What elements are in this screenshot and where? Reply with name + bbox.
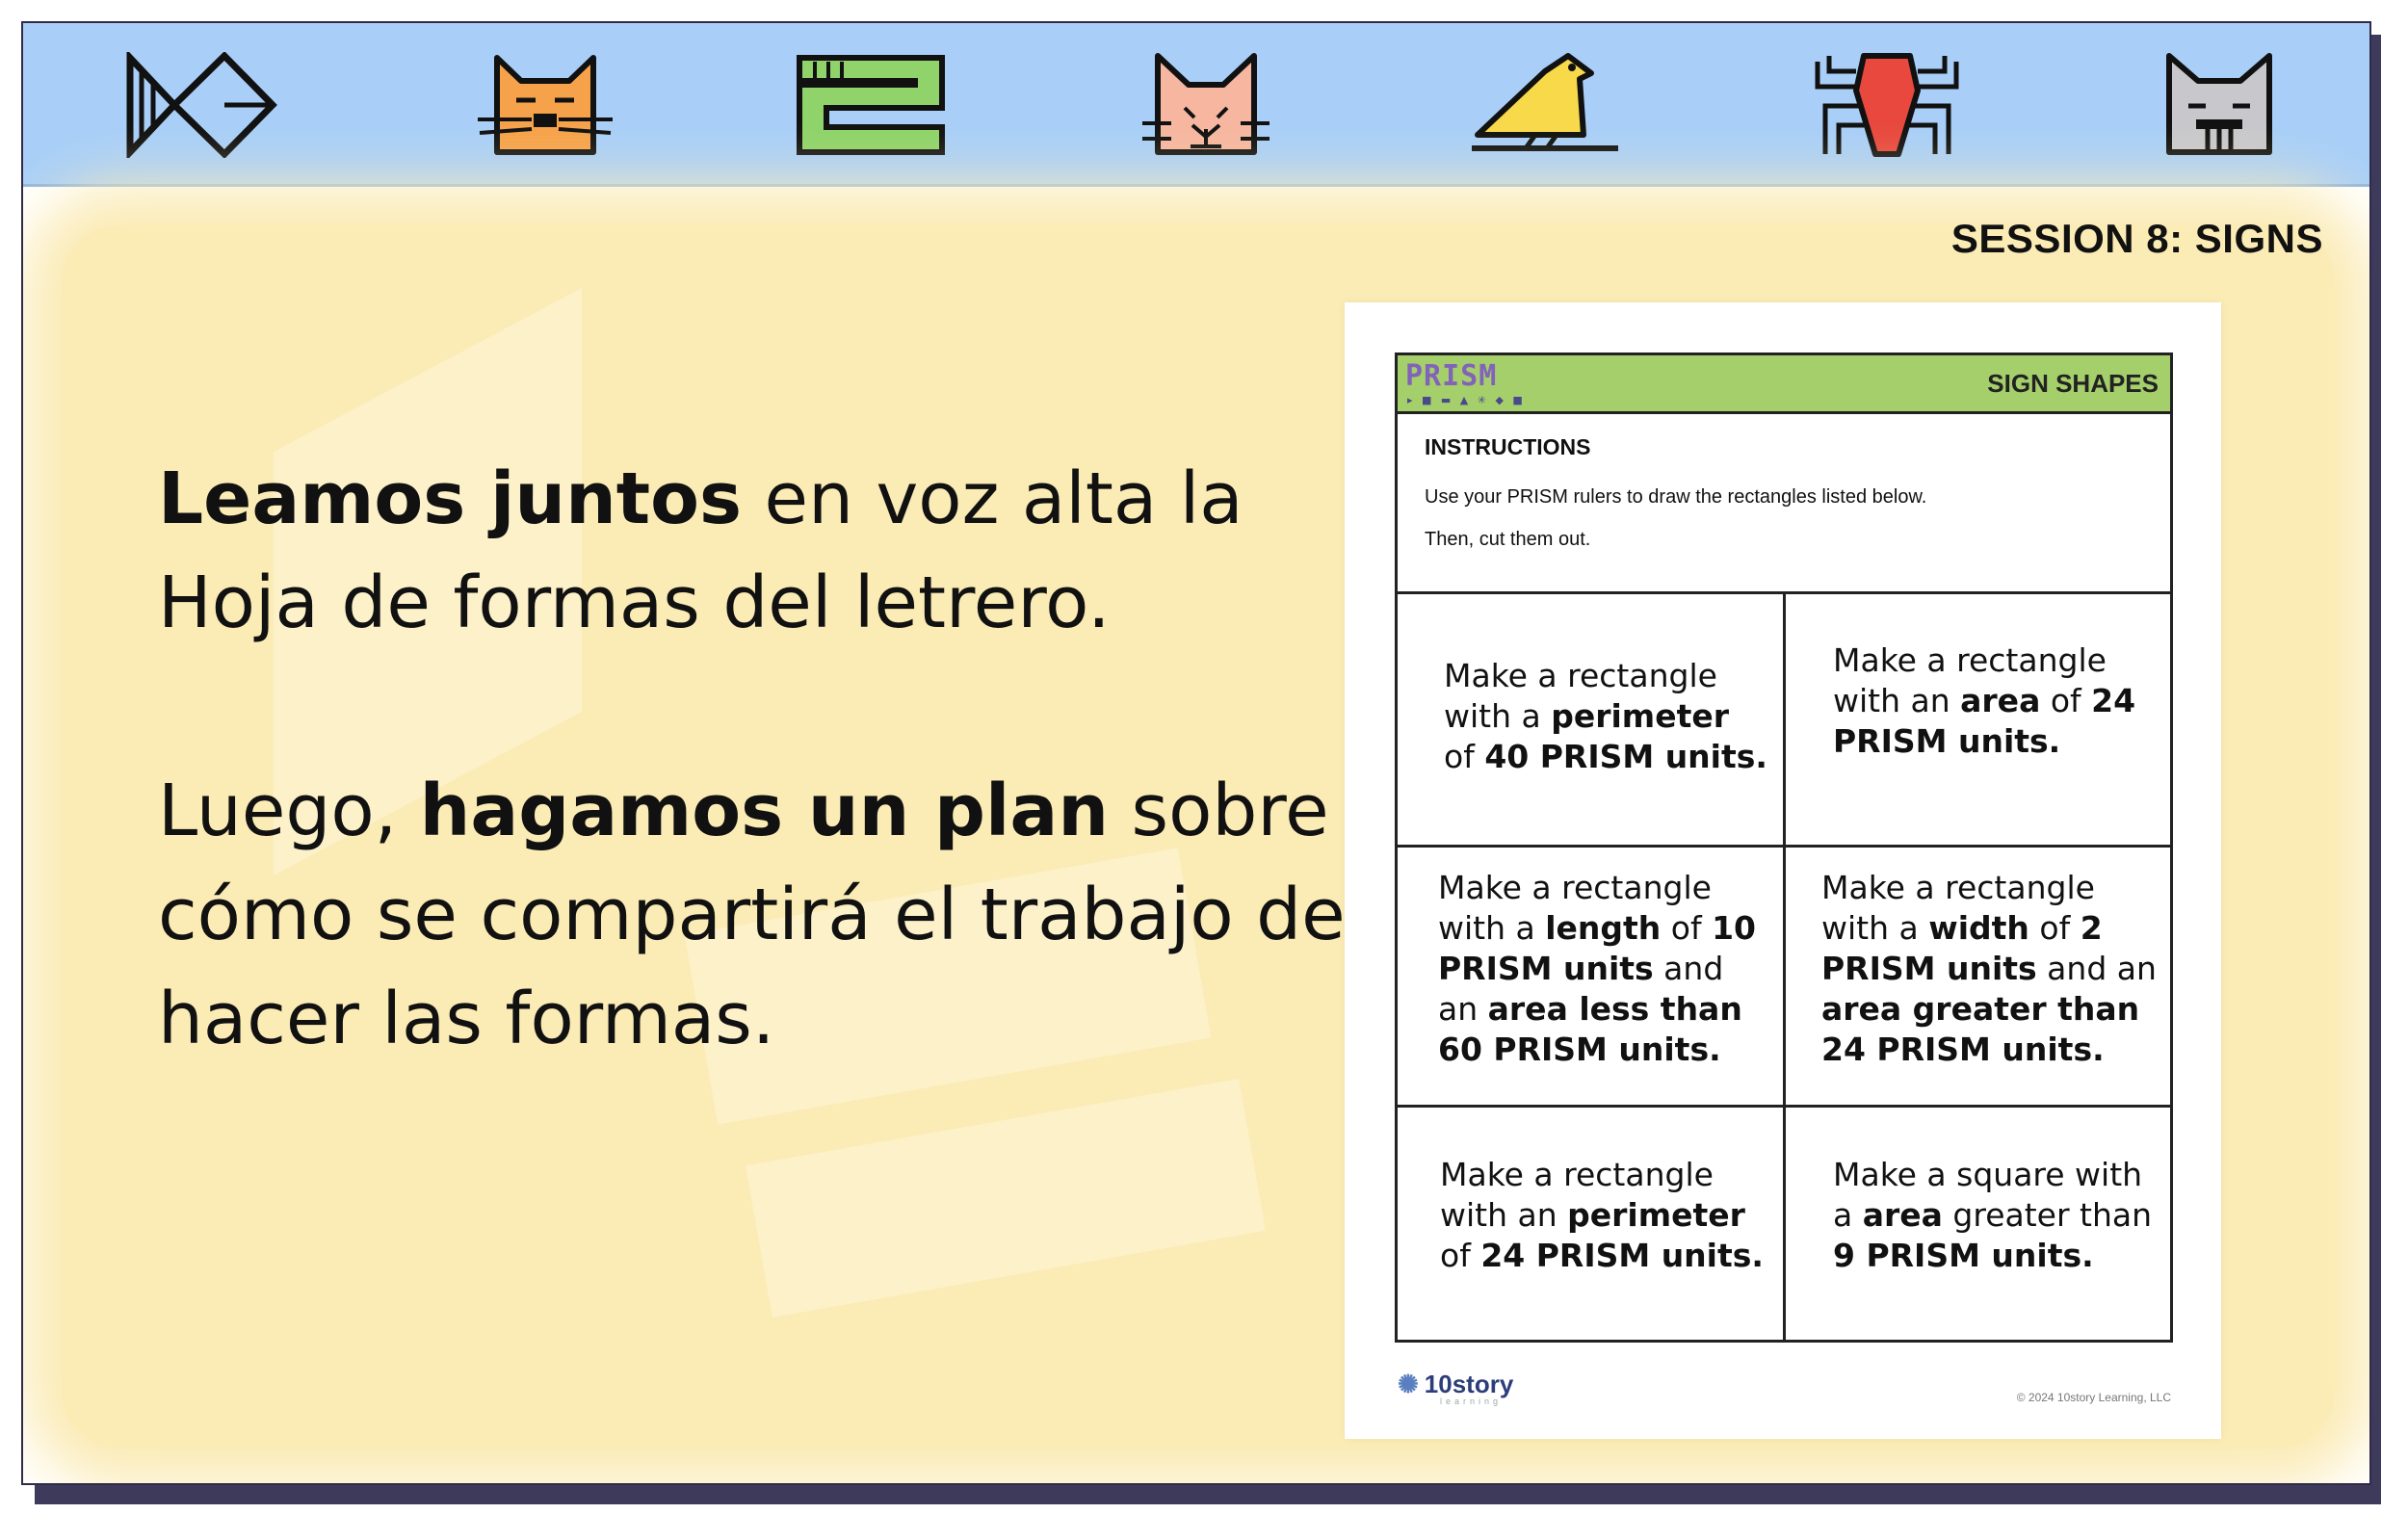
tenstory-logo-icon: ✺: [1398, 1370, 1419, 1398]
orange-cat-icon: [468, 52, 622, 158]
shape-card: Make a square with a area greater than 9 P…: [1833, 1156, 2153, 1274]
sign-shapes-worksheet: PRISM ▸ ■ ▬ ▲ ✳ ◆ ■ SIGN SHAPES INSTRUCT…: [1345, 302, 2221, 1439]
grid-divider: [1398, 845, 2170, 848]
shape-card: Make a rectangle with an area of 24 PRISM …: [1833, 641, 2136, 760]
shape-cards-grid: Make a rectangle with a perimeter of 40 PR…: [1395, 591, 2173, 1343]
instructions-heading: INSTRUCTIONS: [1425, 434, 1591, 459]
fish-icon: [124, 52, 278, 158]
shape-card: Make a rectangle with a perimeter of 40 PR…: [1444, 657, 1767, 775]
tenstory-logo-subtext: learning: [1440, 1397, 1503, 1406]
instructions-line: Use your PRISM rulers to draw the rectan…: [1425, 486, 1927, 508]
green-number-two-icon: [794, 52, 948, 158]
pink-cat-icon: [1129, 52, 1283, 158]
instructions-box: INSTRUCTIONS Use your PRISM rulers to dr…: [1395, 411, 2173, 594]
shape-card: Make a rectangle with a length of 10 PRISM…: [1438, 869, 1757, 1068]
prompt-2-bold: hagamos un plan: [419, 770, 1110, 852]
worksheet-title: SIGN SHAPES: [1987, 369, 2159, 398]
shape-card: Make a rectangle with a width of 2 PRISM u…: [1821, 869, 2157, 1068]
red-spider-icon: [1810, 52, 1964, 158]
shape-card: Make a rectangle with an perimeter of 24 P…: [1440, 1156, 1764, 1274]
prism-logo: PRISM: [1405, 359, 1498, 393]
worksheet-header: PRISM ▸ ■ ▬ ▲ ✳ ◆ ■ SIGN SHAPES: [1395, 352, 2173, 414]
prompt-paragraph-2: Luego, hagamos un plan sobre cómo se com…: [158, 759, 1372, 1071]
tenstory-logo-text: 10story: [1424, 1370, 1514, 1398]
grid-divider: [1783, 594, 1786, 1340]
prompt-2-start: Luego,: [158, 770, 420, 852]
prompt-1-bold: Leamos juntos: [158, 457, 743, 540]
grid-divider: [1398, 1105, 2170, 1108]
yellow-bird-icon: [1468, 52, 1622, 158]
instructions-line: Then, cut them out.: [1425, 529, 1591, 550]
tenstory-logo: ✺ 10story learning: [1398, 1370, 1514, 1406]
prompt-paragraph-1: Leamos juntos en voz alta la Hoja de for…: [158, 447, 1372, 655]
prism-logo-icons: ▸ ■ ▬ ▲ ✳ ◆ ■: [1407, 394, 1526, 406]
copyright-text: © 2024 10story Learning, LLC: [2016, 1391, 2171, 1404]
slide: SESSION 8: SIGNS Leamos juntos en voz al…: [21, 21, 2371, 1485]
gray-cat-icon: [2142, 52, 2296, 158]
prompt-text: Leamos juntos en voz alta la Hoja de for…: [158, 447, 1372, 1175]
session-label: SESSION 8: SIGNS: [1950, 216, 2323, 261]
icon-header-bar: [23, 23, 2369, 187]
